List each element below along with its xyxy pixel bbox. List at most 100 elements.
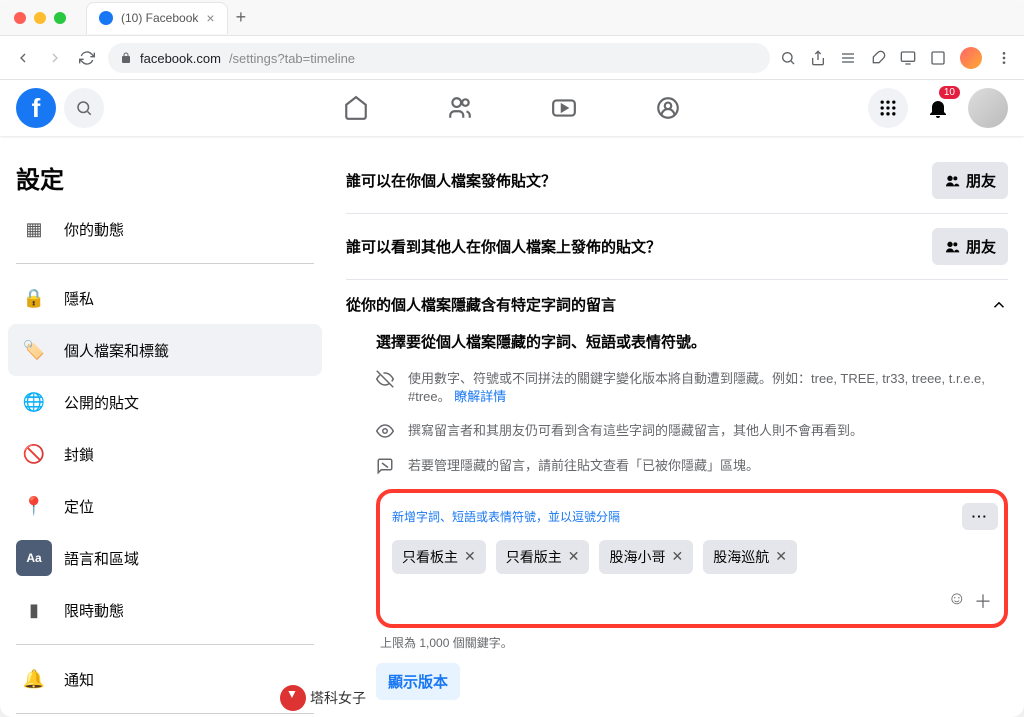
browser-tab[interactable]: (10) Facebook ×	[86, 2, 228, 34]
show-version-button[interactable]: 顯示版本	[376, 663, 460, 700]
sidebar-item-activity[interactable]: ▦ 你的動態	[8, 203, 322, 255]
sidebar-item-profile-tagging[interactable]: 🏷️ 個人檔案和標籤	[8, 324, 322, 376]
divider	[16, 263, 314, 264]
menu-button[interactable]	[868, 88, 908, 128]
keyword-chip: 只看板主 ✕	[392, 540, 486, 574]
keyword-hint: 新增字詞、短語或表情符號，並以逗號分隔	[392, 508, 620, 525]
eye-off-icon	[376, 370, 396, 406]
sidebar-item-label: 你的動態	[64, 219, 124, 240]
lock-icon: 🔒	[16, 280, 52, 316]
chip-label: 只看版主	[506, 547, 562, 567]
notifications-button[interactable]: 10	[918, 88, 958, 128]
back-button[interactable]	[12, 47, 34, 69]
watch-nav-icon[interactable]	[542, 86, 586, 130]
remove-chip-icon[interactable]: ✕	[671, 548, 683, 565]
tab-title: (10) Facebook	[121, 11, 198, 25]
info-row: 撰寫留言者和其朋友仍可看到含有這些字詞的隱藏留言，其他人則不會再看到。	[376, 414, 1008, 448]
reload-button[interactable]	[76, 47, 98, 69]
extensions-icon[interactable]	[870, 50, 886, 66]
keyword-chip: 只看版主 ✕	[496, 540, 590, 574]
url-path: /settings?tab=timeline	[229, 51, 355, 66]
groups-nav-icon[interactable]	[646, 86, 690, 130]
remove-chip-icon[interactable]: ✕	[775, 548, 787, 565]
facebook-logo[interactable]: f	[16, 88, 56, 128]
chip-label: 股海巡航	[713, 547, 769, 567]
sidebar-item-language[interactable]: Aa語言和區域	[8, 532, 322, 584]
chat-icon	[376, 457, 396, 475]
chrome-menu-icon[interactable]	[996, 50, 1012, 66]
new-tab-button[interactable]: +	[236, 7, 247, 28]
settings-sidebar: 設定 ▦ 你的動態 🔒 隱私 🏷️ 個人檔案和標籤 🌐公開的貼文 🚫 封鎖 📍定位 Aa…	[0, 136, 330, 717]
sidebar-item-label: 限時動態	[64, 600, 124, 621]
grid-icon: ▦	[16, 211, 52, 247]
add-keyword-icon[interactable]: ＋	[974, 588, 992, 614]
setting-title: 從你的個人檔案隱藏含有特定字詞的留言	[346, 294, 616, 315]
keyword-chip: 股海巡航 ✕	[703, 540, 797, 574]
sidebar-item-public-posts[interactable]: 🌐公開的貼文	[8, 376, 322, 428]
tab-list-icon[interactable]	[930, 50, 946, 66]
eye-icon	[376, 422, 396, 440]
sidebar-item-privacy[interactable]: 🔒 隱私	[8, 272, 322, 324]
keyword-limit-text: 上限為 1,000 個關鍵字。	[376, 634, 1008, 651]
keyword-chip: 股海小哥 ✕	[599, 540, 693, 574]
sub-section-title: 選擇要從個人檔案隱藏的字詞、短語或表情符號。	[376, 331, 1008, 352]
close-tab-icon[interactable]: ×	[206, 10, 214, 26]
sidebar-title: 設定	[8, 152, 322, 203]
settings-main: 誰可以在你個人檔案發佈貼文？ 朋友 誰可以看到其他人在你個人檔案上發佈的貼文？ …	[330, 136, 1024, 717]
sidebar-item-stories[interactable]: ▮ 限時動態	[8, 584, 322, 636]
block-icon: 🚫	[16, 436, 52, 472]
divider	[16, 644, 314, 645]
search-in-page-icon[interactable]	[780, 50, 796, 66]
maximize-window[interactable]	[54, 12, 66, 24]
sidebar-item-label: 隱私	[64, 288, 94, 309]
sidebar-item-label: 通知	[64, 669, 94, 690]
address-bar[interactable]: facebook.com/settings?tab=timeline	[108, 43, 770, 73]
notif-badge: 10	[939, 86, 960, 99]
setting-who-can-see-posts: 誰可以看到其他人在你個人檔案上發佈的貼文？ 朋友	[346, 214, 1008, 280]
sidebar-item-label: 個人檔案和標籤	[64, 340, 169, 361]
more-options-button[interactable]: ···	[962, 503, 998, 530]
keyword-input-area: 新增字詞、短語或表情符號，並以逗號分隔 ··· 只看板主 ✕ 只看版主 ✕ 股海小哥…	[376, 489, 1008, 628]
chip-label: 股海小哥	[609, 547, 665, 567]
learn-more-link[interactable]: 瞭解詳情	[454, 389, 506, 404]
sidebar-item-location[interactable]: 📍定位	[8, 480, 322, 532]
remove-chip-icon[interactable]: ✕	[568, 548, 580, 565]
button-label: 朋友	[966, 170, 996, 191]
friends-nav-icon[interactable]	[438, 86, 482, 130]
audience-selector-button[interactable]: 朋友	[932, 228, 1008, 265]
chip-label: 只看板主	[402, 547, 458, 567]
profile-button[interactable]	[968, 88, 1008, 128]
home-nav-icon[interactable]	[334, 86, 378, 130]
sidebar-item-notifications[interactable]: 🔔通知	[8, 653, 322, 705]
setting-hide-keywords-toggle[interactable]: 從你的個人檔案隱藏含有特定字詞的留言	[346, 280, 1008, 325]
window-controls[interactable]	[14, 12, 66, 24]
globe-icon: 🌐	[16, 384, 52, 420]
fb-search-button[interactable]	[64, 88, 104, 128]
info-text: 若要管理隱藏的留言，請前往貼文查看「已被你隱藏」區塊。	[408, 457, 759, 475]
share-icon[interactable]	[810, 50, 826, 66]
info-row: 若要管理隱藏的留言，請前往貼文查看「已被你隱藏」區塊。	[376, 449, 1008, 483]
browser-chrome: (10) Facebook × + facebook.com/settings?…	[0, 0, 1024, 80]
facebook-favicon	[99, 11, 113, 25]
toolbar-menu-icon[interactable]	[840, 50, 856, 66]
forward-button[interactable]	[44, 47, 66, 69]
setting-who-can-post: 誰可以在你個人檔案發佈貼文？ 朋友	[346, 148, 1008, 214]
close-window[interactable]	[14, 12, 26, 24]
story-icon: ▮	[16, 592, 52, 628]
sidebar-item-blocking[interactable]: 🚫 封鎖	[8, 428, 322, 480]
audience-selector-button[interactable]: 朋友	[932, 162, 1008, 199]
user-avatar[interactable]	[960, 47, 982, 69]
facebook-header: f 10	[0, 80, 1024, 136]
sidebar-item-label: 封鎖	[64, 444, 94, 465]
divider	[16, 713, 314, 714]
tag-icon: 🏷️	[16, 332, 52, 368]
minimize-window[interactable]	[34, 12, 46, 24]
cast-icon[interactable]	[900, 50, 916, 66]
info-text: 撰寫留言者和其朋友仍可看到含有這些字詞的隱藏留言，其他人則不會再看到。	[408, 422, 863, 440]
remove-chip-icon[interactable]: ✕	[464, 548, 476, 565]
setting-title: 誰可以看到其他人在你個人檔案上發佈的貼文？	[346, 236, 661, 257]
pin-icon: 📍	[16, 488, 52, 524]
language-icon: Aa	[16, 540, 52, 576]
button-label: 朋友	[966, 236, 996, 257]
emoji-picker-icon[interactable]: ☺	[948, 588, 966, 614]
